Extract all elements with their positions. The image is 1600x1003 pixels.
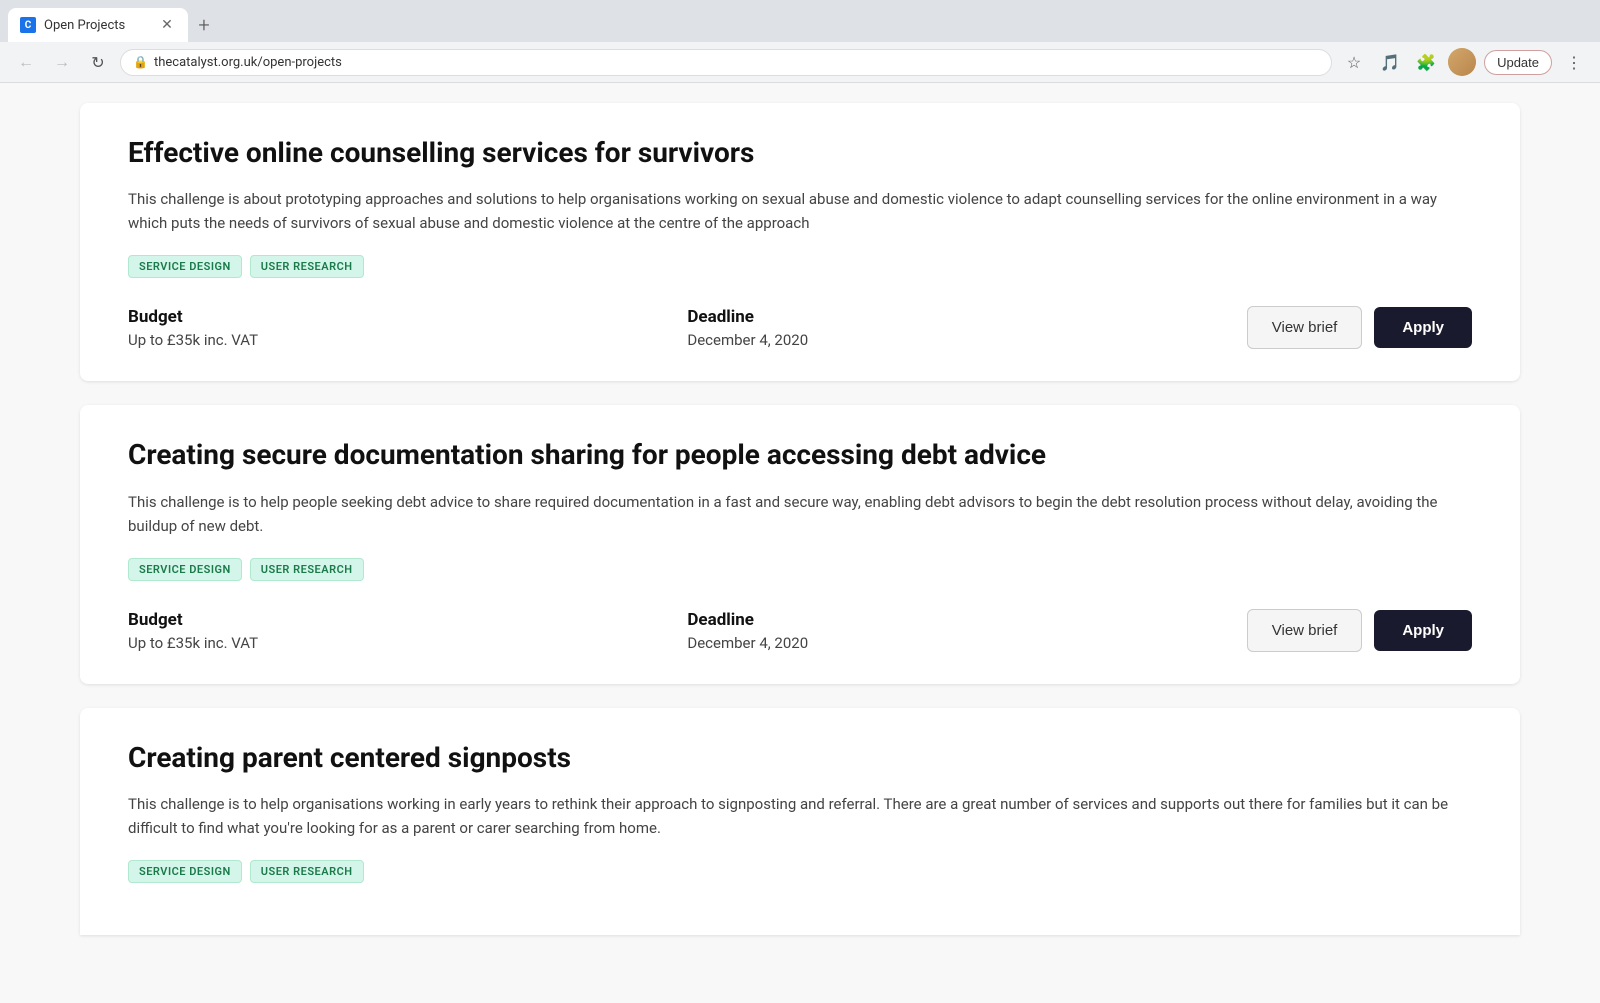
browser-chrome: C Open Projects ✕ + ← → ↻ 🔒 thecatalyst.… [0, 0, 1600, 83]
tag-user-research-2: USER RESEARCH [250, 558, 364, 581]
project-meta-counselling: Budget Up to £35k inc. VAT Deadline Dece… [128, 306, 1472, 349]
avatar[interactable] [1448, 48, 1476, 76]
project-title-counselling: Effective online counselling services fo… [128, 135, 1472, 171]
budget-group-2: Budget Up to £35k inc. VAT [128, 610, 647, 652]
deadline-label-1: Deadline [687, 307, 1206, 327]
address-bar: ← → ↻ 🔒 thecatalyst.org.uk/open-projects… [0, 42, 1600, 82]
view-brief-button-2[interactable]: View brief [1247, 609, 1363, 652]
url-bar[interactable]: 🔒 thecatalyst.org.uk/open-projects [120, 49, 1332, 76]
deadline-value-2: December 4, 2020 [687, 634, 1206, 652]
tab-close-button[interactable]: ✕ [158, 16, 176, 34]
project-title-debt-advice: Creating secure documentation sharing fo… [128, 437, 1472, 473]
view-brief-button-1[interactable]: View brief [1247, 306, 1363, 349]
browser-actions: ☆ 🎵 🧩 Update ⋮ [1340, 48, 1588, 76]
page-content: Effective online counselling services fo… [0, 83, 1600, 1003]
actions-debt-advice: View brief Apply [1247, 609, 1472, 652]
tag-service-design-3: SERVICE DESIGN [128, 860, 242, 883]
extensions-icon[interactable]: 🧩 [1412, 48, 1440, 76]
url-text: thecatalyst.org.uk/open-projects [154, 55, 1319, 70]
budget-value-1: Up to £35k inc. VAT [128, 331, 647, 349]
project-description-debt-advice: This challenge is to help people seeking… [128, 490, 1472, 538]
lock-icon: 🔒 [133, 55, 148, 69]
project-card-debt-advice: Creating secure documentation sharing fo… [80, 405, 1520, 683]
project-meta-debt-advice: Budget Up to £35k inc. VAT Deadline Dece… [128, 609, 1472, 652]
actions-counselling: View brief Apply [1247, 306, 1472, 349]
menu-icon[interactable]: ⋮ [1560, 48, 1588, 76]
update-button[interactable]: Update [1484, 50, 1552, 75]
tags-debt-advice: SERVICE DESIGN USER RESEARCH [128, 558, 1472, 581]
deadline-value-1: December 4, 2020 [687, 331, 1206, 349]
project-card-signposts: Creating parent centered signposts This … [80, 708, 1520, 935]
tab-title: Open Projects [44, 18, 150, 33]
apply-button-2[interactable]: Apply [1374, 610, 1472, 651]
budget-group-1: Budget Up to £35k inc. VAT [128, 307, 647, 349]
back-button[interactable]: ← [12, 48, 40, 76]
project-description-signposts: This challenge is to help organisations … [128, 792, 1472, 840]
tags-counselling: SERVICE DESIGN USER RESEARCH [128, 255, 1472, 278]
deadline-group-1: Deadline December 4, 2020 [687, 307, 1206, 349]
bookmark-icon[interactable]: ☆ [1340, 48, 1368, 76]
budget-label-2: Budget [128, 610, 647, 630]
tag-service-design-1: SERVICE DESIGN [128, 255, 242, 278]
deadline-label-2: Deadline [687, 610, 1206, 630]
forward-button[interactable]: → [48, 48, 76, 76]
project-card-counselling: Effective online counselling services fo… [80, 103, 1520, 381]
tab-favicon: C [20, 17, 36, 33]
project-title-signposts: Creating parent centered signposts [128, 740, 1472, 776]
budget-value-2: Up to £35k inc. VAT [128, 634, 647, 652]
avatar-image [1448, 48, 1476, 76]
apply-button-1[interactable]: Apply [1374, 307, 1472, 348]
tags-signposts: SERVICE DESIGN USER RESEARCH [128, 860, 1472, 883]
active-tab[interactable]: C Open Projects ✕ [8, 8, 188, 42]
media-icon[interactable]: 🎵 [1376, 48, 1404, 76]
tag-user-research-1: USER RESEARCH [250, 255, 364, 278]
tag-service-design-2: SERVICE DESIGN [128, 558, 242, 581]
tag-user-research-3: USER RESEARCH [250, 860, 364, 883]
deadline-group-2: Deadline December 4, 2020 [687, 610, 1206, 652]
project-description-counselling: This challenge is about prototyping appr… [128, 187, 1472, 235]
tab-bar: C Open Projects ✕ + [0, 0, 1600, 42]
refresh-button[interactable]: ↻ [84, 48, 112, 76]
new-tab-button[interactable]: + [190, 11, 218, 39]
budget-label-1: Budget [128, 307, 647, 327]
